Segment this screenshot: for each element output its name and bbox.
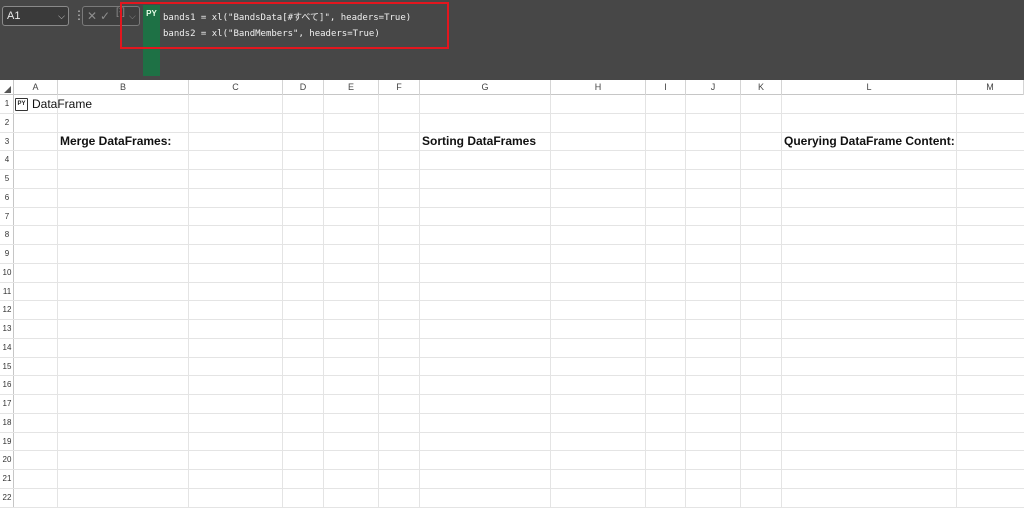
chevron-down-icon[interactable]: ⌵ [58, 7, 65, 25]
gridline [188, 95, 189, 508]
gridline [14, 187, 1024, 189]
gridline [14, 394, 1024, 395]
row-header[interactable]: 20 [0, 451, 14, 470]
gridline [550, 95, 551, 508]
row-header[interactable]: 18 [0, 414, 14, 433]
gridline [14, 300, 1024, 302]
gridline [14, 487, 1024, 489]
cell-b3[interactable]: Merge DataFrames: [60, 132, 171, 150]
gridline [14, 169, 1024, 170]
row-header[interactable]: 4 [0, 151, 14, 170]
gridline [14, 262, 1024, 264]
column-header-bar: A B C D E F G H I J K L M [0, 80, 1024, 95]
row-header[interactable]: 16 [0, 376, 14, 395]
gridline [740, 95, 741, 508]
row-header[interactable]: 19 [0, 433, 14, 452]
gridline [14, 506, 1024, 508]
row-header[interactable]: 22 [0, 489, 14, 508]
row-header[interactable]: 10 [0, 264, 14, 283]
column-header[interactable]: F [379, 80, 420, 95]
cell-l3[interactable]: Querying DataFrame Content: [784, 132, 955, 150]
gridline [419, 95, 420, 508]
gridline [14, 319, 1024, 320]
name-box-value: A1 [7, 10, 21, 22]
row-header[interactable]: 11 [0, 283, 14, 302]
gridline [323, 95, 324, 508]
column-header[interactable]: H [551, 80, 646, 95]
row-header[interactable]: 9 [0, 245, 14, 264]
row-header[interactable]: 1 [0, 95, 14, 114]
column-header[interactable]: K [741, 80, 782, 95]
row-header[interactable]: 21 [0, 470, 14, 489]
gridline [14, 281, 1024, 283]
column-header[interactable]: M [957, 80, 1024, 95]
row-header[interactable]: 2 [0, 114, 14, 133]
gridline [14, 150, 1024, 152]
row-header[interactable]: 7 [0, 208, 14, 227]
gridline [14, 450, 1024, 452]
column-header[interactable]: G [420, 80, 551, 95]
cell-g3[interactable]: Sorting DataFrames [422, 132, 536, 150]
spreadsheet-grid: A B C D E F G H I J K L M 1 2 3 4 5 6 7 8 9 10 11 1… [0, 80, 1024, 508]
cancel-icon[interactable]: ✕ [87, 9, 97, 23]
column-header[interactable]: A [14, 80, 58, 95]
gridline [781, 95, 782, 508]
gridline [282, 95, 283, 508]
cell-a1[interactable]: DataFrame [32, 95, 92, 113]
enter-icon[interactable]: ✓ [100, 9, 110, 23]
row-header[interactable]: 6 [0, 189, 14, 208]
gridline [14, 431, 1024, 433]
row-header[interactable]: 5 [0, 170, 14, 189]
gridline [14, 412, 1024, 414]
row-header[interactable]: 13 [0, 320, 14, 339]
gridline [14, 206, 1024, 208]
row-header[interactable]: 17 [0, 395, 14, 414]
gridline [57, 95, 58, 508]
column-header[interactable]: L [782, 80, 957, 95]
row-header[interactable]: 12 [0, 301, 14, 320]
row-header[interactable]: 15 [0, 358, 14, 377]
gridline [14, 112, 1024, 114]
gridline [956, 95, 957, 508]
column-header[interactable]: J [686, 80, 741, 95]
row-header[interactable]: 8 [0, 226, 14, 245]
row-header[interactable]: 3 [0, 133, 14, 152]
highlight-box [120, 2, 449, 49]
gridline [14, 356, 1024, 358]
select-all-button[interactable] [0, 80, 14, 95]
gridline [14, 337, 1024, 339]
gridline [685, 95, 686, 508]
formula-bar: A1 ⌵ ⋮ ✕ ✓ [¹] ⌵ PY bands1 = xl("BandsDa… [0, 0, 1024, 80]
column-header[interactable]: D [283, 80, 324, 95]
python-cell-badge[interactable]: PY [15, 98, 28, 111]
name-box[interactable]: A1 ⌵ [2, 6, 69, 26]
row-header-bar: 1 2 3 4 5 6 7 8 9 10 11 12 13 14 15 16 17 18 19 20 21 22 [0, 95, 14, 508]
gridline [14, 375, 1024, 377]
gridline [645, 95, 646, 508]
column-header[interactable]: C [189, 80, 283, 95]
column-header[interactable]: E [324, 80, 379, 95]
gridline [14, 469, 1024, 470]
cell-area[interactable]: PY DataFrame Merge DataFrames: Sorting D… [14, 95, 1024, 508]
gridline [378, 95, 379, 508]
row-header[interactable]: 14 [0, 339, 14, 358]
gridline [14, 225, 1024, 227]
column-header[interactable]: B [58, 80, 189, 95]
gridline [14, 244, 1024, 245]
column-header[interactable]: I [646, 80, 686, 95]
